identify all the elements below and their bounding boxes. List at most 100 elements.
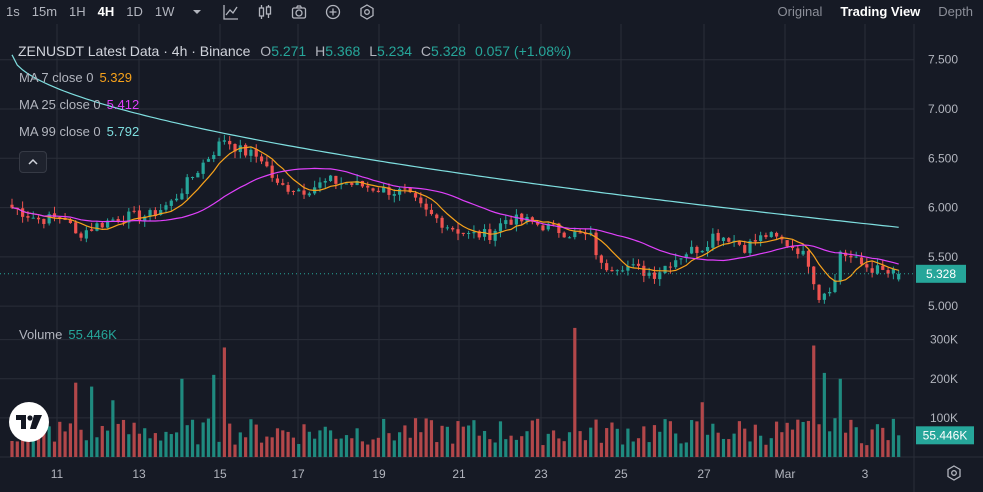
candle-body [642, 265, 646, 276]
candle-body [759, 235, 763, 242]
chart-settings-button[interactable] [943, 462, 965, 484]
candle-body [31, 217, 35, 219]
volume-bar [127, 434, 131, 457]
volume-bar [392, 440, 396, 457]
volume-tick-label: 100K [930, 411, 958, 425]
volume-bar [652, 425, 657, 457]
candle-body [774, 232, 779, 237]
volume-bar [164, 431, 168, 457]
x-tick-label: 11 [51, 467, 64, 481]
candle-body [424, 203, 428, 210]
open-value: 5.271 [271, 43, 307, 59]
volume-bar [897, 435, 901, 457]
volume-bar [780, 432, 784, 457]
volume-bar [700, 402, 704, 457]
candle-body [668, 266, 672, 268]
candle-body [562, 232, 566, 238]
volume-bar [100, 425, 104, 457]
view-switcher: Original Trading View Depth [778, 0, 973, 24]
view-trading-view[interactable]: Trading View [840, 0, 920, 24]
tradingview-logo[interactable] [9, 402, 49, 442]
candle-body [302, 190, 306, 195]
volume-bar [477, 435, 481, 457]
candle-body [376, 190, 380, 192]
volume-bar [419, 432, 423, 457]
candle-body [291, 190, 295, 192]
candle-body [451, 227, 455, 230]
collapse-legend-button[interactable] [19, 151, 47, 173]
ma7-label: MA 7 close 0 [19, 70, 94, 85]
volume-bar [238, 432, 242, 457]
volume-bar [605, 428, 609, 457]
volume-bar [105, 430, 110, 457]
volume-bar [334, 438, 338, 457]
volume-bar [132, 422, 136, 457]
volume-bar [806, 420, 811, 457]
volume-bar [222, 347, 226, 457]
volume-bar [514, 439, 518, 457]
interval-dropdown-icon[interactable] [186, 1, 208, 23]
candle-body [286, 185, 290, 192]
x-tick-label: Mar [775, 467, 796, 481]
ma99-value: 5.792 [106, 124, 140, 139]
volume-bar [328, 430, 333, 457]
view-depth[interactable]: Depth [938, 0, 973, 24]
chart-settings-icon[interactable] [356, 1, 378, 23]
volume-bar [339, 438, 343, 457]
volume-value: 55.446K [68, 327, 117, 342]
volume-bar [642, 426, 646, 457]
volume-bar [504, 439, 508, 457]
interval-1d[interactable]: 1D [120, 0, 149, 24]
candle-body [817, 284, 821, 300]
indicators-icon[interactable] [220, 1, 242, 23]
volume-bar [79, 429, 83, 457]
camera-icon[interactable] [288, 1, 310, 23]
x-tick-label: 27 [697, 467, 711, 481]
candle-body [849, 255, 853, 258]
candle-body [461, 232, 465, 234]
volume-bar [440, 425, 444, 457]
volume-bar [631, 441, 635, 457]
price-chart[interactable]: 11 13 15 17 19 21 23 25 27 Mar 3 7.500 7.000 6.500 6.0… [0, 24, 983, 492]
volume-bar [493, 442, 497, 457]
volume-bar [196, 444, 200, 457]
candle-body [297, 189, 301, 192]
volume-bar [366, 444, 370, 457]
x-tick-label: 17 [291, 467, 305, 481]
candle-type-icon[interactable] [254, 1, 276, 23]
volume-bar [84, 440, 88, 457]
interval-15m[interactable]: 15m [26, 0, 63, 24]
interval-4h[interactable]: 4H [92, 0, 121, 24]
candle-body [567, 237, 572, 239]
view-original[interactable]: Original [778, 0, 823, 24]
volume-bar [520, 436, 524, 457]
interval-1w[interactable]: 1W [149, 0, 181, 24]
volume-bar [812, 345, 816, 457]
volume-bar [748, 441, 752, 457]
chart-area[interactable]: 11 13 15 17 19 21 23 25 27 Mar 3 7.500 7.000 6.500 6.0… [0, 24, 983, 492]
add-icon[interactable] [322, 1, 344, 23]
candle-body [90, 229, 94, 231]
candle-body [737, 241, 741, 245]
volume-bar [382, 418, 386, 457]
close-label: C [420, 43, 432, 59]
x-tick-label: 15 [213, 467, 227, 481]
volume-bar [376, 437, 380, 457]
volume-bar [398, 432, 402, 457]
volume-bar [206, 418, 211, 457]
volume-bar [759, 435, 763, 457]
tradingview-logo-icon [16, 415, 42, 429]
interval-1h[interactable]: 1H [63, 0, 92, 24]
candle-body [403, 188, 407, 190]
volume-bar [562, 441, 566, 457]
candle-body [573, 231, 577, 238]
volume-bar [313, 438, 317, 457]
candle-body [822, 293, 826, 300]
volume-bar [753, 424, 757, 457]
volume-bar [344, 435, 349, 457]
volume-bar [403, 425, 407, 457]
candle-body [716, 232, 720, 241]
candle-body [886, 270, 890, 274]
candle-body [366, 185, 370, 188]
interval-1s[interactable]: 1s [0, 0, 26, 24]
